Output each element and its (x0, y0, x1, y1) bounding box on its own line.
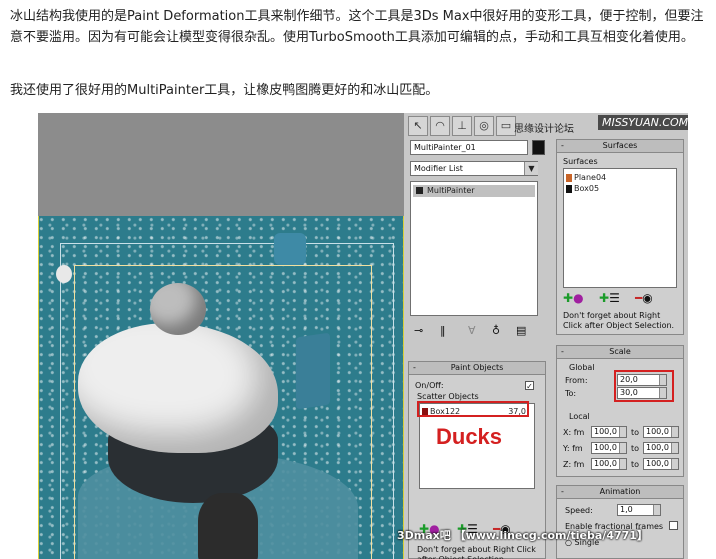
paint-objects-title[interactable]: - Paint Objects (409, 362, 545, 375)
watermark-site-name: 思缘设计论坛 (514, 124, 574, 135)
paint-objects-hint: Don't forget about Right Click after Obj… (417, 545, 536, 559)
surfaces-list[interactable]: Plane04 Box05 (563, 168, 677, 288)
ducks-annotation: Ducks (436, 424, 503, 449)
speed-spinner[interactable]: 1,0 (617, 504, 661, 516)
scale-global-label: Global (569, 363, 595, 372)
surfaces-title[interactable]: - Surfaces (557, 140, 683, 153)
surfaces-rollout: - Surfaces Surfaces Plane04 Box05 ✚● ✚☰ ━… (556, 139, 684, 335)
remove-modifier-icon[interactable]: ♁ (492, 325, 500, 336)
stack-item[interactable]: MultiPainter (413, 185, 535, 197)
scale-y-to-spinner[interactable]: 100,0 (643, 442, 679, 454)
speed-label: Speed: (565, 506, 593, 515)
scale-local-label: Local (569, 412, 590, 421)
surface-item[interactable]: Box05 (566, 183, 599, 194)
object-name-field[interactable]: MultiPainter_01 (410, 140, 528, 155)
command-panel-modify: ↖ ◠ ⊥ ◎ ▭ MultiPainter_01 Modifier List … (404, 113, 550, 559)
modify-tab-icon[interactable]: ◠ (430, 116, 450, 136)
duck-totem-head (150, 283, 206, 335)
remove-surface-icon[interactable]: ━◉ (635, 292, 653, 304)
ice-pillar (296, 332, 330, 410)
surface-item-name: Box05 (574, 184, 600, 193)
article-paragraph-1: 冰山结构我使用的是Paint Deformation工具来制作细节。这个工具是3… (10, 9, 704, 45)
stack-expand-icon[interactable] (416, 187, 423, 194)
scale-title[interactable]: - Scale (557, 346, 683, 359)
stack-item-label: MultiPainter (427, 186, 475, 195)
scale-z-from-spinner[interactable]: 100,0 (591, 458, 627, 470)
surfaces-group-label: Surfaces (563, 157, 598, 166)
animation-title[interactable]: - Animation (557, 486, 683, 499)
scale-x-to-spinner[interactable]: 100,0 (643, 426, 679, 438)
fractional-frames-checkbox[interactable] (669, 521, 678, 530)
show-end-result-icon[interactable]: ‖ (440, 325, 446, 336)
create-tab-icon[interactable]: ↖ (408, 116, 428, 136)
on-off-checkbox[interactable]: ✓ (525, 381, 534, 391)
ice-chunk-small (56, 265, 72, 283)
modifier-stack[interactable]: MultiPainter (410, 181, 538, 316)
scale-z-to-label: to (631, 460, 640, 469)
article-paragraph-2: 我还使用了很好用的MultiPainter工具，让橡皮鸭图腾更好的和冰山匹配。 (10, 83, 439, 98)
watermark-tieba: 3Dmax吧 【www.linecg.com/tieba/4771】 (397, 529, 648, 542)
command-panel-right: - Surfaces Surfaces Plane04 Box05 ✚● ✚☰ ━… (550, 113, 688, 559)
scale-x-from-spinner[interactable]: 100,0 (591, 426, 627, 438)
scale-y-axis-label: Y: fm (563, 444, 583, 453)
display-tab-icon[interactable]: ▭ (496, 116, 516, 136)
chevron-down-icon[interactable]: ▼ (524, 162, 538, 175)
surface-item[interactable]: Plane04 (566, 172, 606, 183)
animation-rollout: - Animation Speed: 1,0 Enable fractional … (556, 485, 684, 559)
configure-sets-icon[interactable]: ▤ (516, 325, 526, 336)
add-surface-icon[interactable]: ✚● (563, 292, 584, 304)
scale-z-to-spinner[interactable]: 100,0 (643, 458, 679, 470)
surface-item-name: Plane04 (574, 173, 607, 182)
modifier-list-label: Modifier List (414, 164, 463, 173)
highlight-box-scatter (417, 401, 529, 417)
ice-chunk-top (274, 233, 306, 265)
scale-y-to-label: to (631, 444, 640, 453)
scale-from-label: From: (565, 376, 588, 385)
surfaces-hint: Don't forget about Right Click after Obj… (563, 311, 675, 330)
hierarchy-tab-icon[interactable]: ⊥ (452, 116, 472, 136)
make-unique-icon[interactable]: ∀ (468, 325, 476, 336)
scale-rollout: - Scale Global From: 20,0 To: 30,0 Local … (556, 345, 684, 477)
on-off-label: On/Off: (415, 381, 444, 390)
pin-stack-icon[interactable]: ⊸ (414, 325, 423, 336)
highlight-box-scale (614, 370, 674, 402)
surface-color-swatch (566, 173, 572, 182)
scale-to-label: To: (565, 389, 577, 398)
modifier-list-dropdown[interactable]: Modifier List (410, 161, 538, 176)
scale-x-to-label: to (631, 428, 640, 437)
max-screenshot: ↖ ◠ ⊥ ◎ ▭ MultiPainter_01 Modifier List … (38, 113, 688, 559)
surface-color-swatch (566, 184, 572, 193)
scale-x-axis-label: X: fm (563, 428, 585, 437)
scale-y-from-spinner[interactable]: 100,0 (591, 442, 627, 454)
viewport[interactable] (38, 113, 404, 559)
scale-z-axis-label: Z: fm (563, 460, 585, 469)
watermark-logo: MISSYUAN.COM (598, 115, 688, 130)
motion-tab-icon[interactable]: ◎ (474, 116, 494, 136)
add-surface-list-icon[interactable]: ✚☰ (599, 292, 620, 304)
iceberg-dark-foot (198, 493, 258, 559)
object-color-swatch[interactable] (532, 140, 545, 155)
